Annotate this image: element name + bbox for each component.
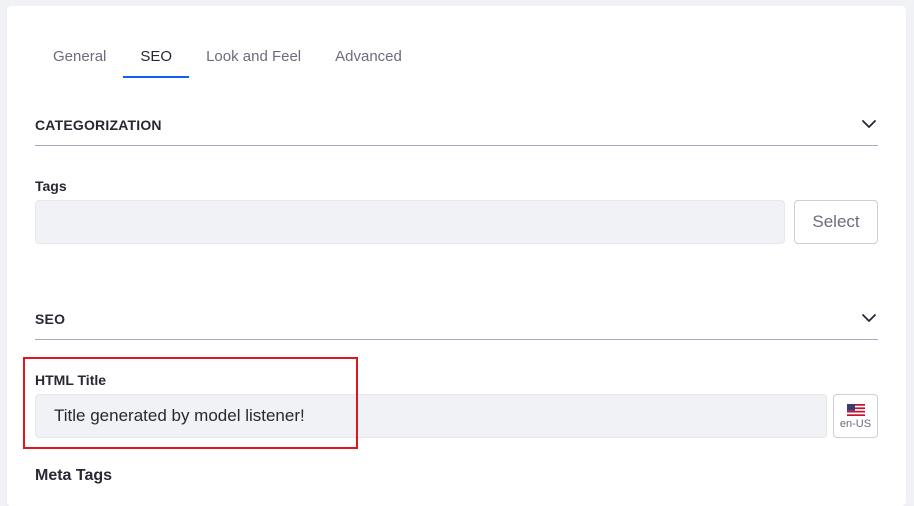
meta-tags-label: Meta Tags xyxy=(35,467,113,484)
language-selector-button[interactable]: en-US xyxy=(833,394,878,438)
tab-general[interactable]: General xyxy=(36,38,123,78)
select-tags-button[interactable]: Select xyxy=(794,200,878,244)
tab-bar: General SEO Look and Feel Advanced xyxy=(36,38,419,78)
seo-section-toggle[interactable]: SEO xyxy=(35,309,878,340)
language-code: en-US xyxy=(839,418,872,430)
us-flag-icon xyxy=(846,404,865,416)
categorization-section-toggle[interactable]: CATEGORIZATION xyxy=(35,115,878,146)
tab-advanced[interactable]: Advanced xyxy=(318,38,419,78)
tags-input[interactable] xyxy=(35,200,785,244)
tab-seo[interactable]: SEO xyxy=(123,38,190,78)
tags-label: Tags xyxy=(35,178,67,194)
seo-section-title: SEO xyxy=(35,311,66,327)
chevron-down-icon xyxy=(862,314,876,322)
html-title-input[interactable]: Title generated by model listener! xyxy=(35,394,827,438)
html-title-label: HTML Title xyxy=(35,372,107,388)
html-title-input-value: Title generated by model listener! xyxy=(54,406,305,425)
categorization-section-title: CATEGORIZATION xyxy=(35,117,162,133)
chevron-down-icon xyxy=(862,120,876,128)
tab-look-and-feel[interactable]: Look and Feel xyxy=(189,38,318,78)
